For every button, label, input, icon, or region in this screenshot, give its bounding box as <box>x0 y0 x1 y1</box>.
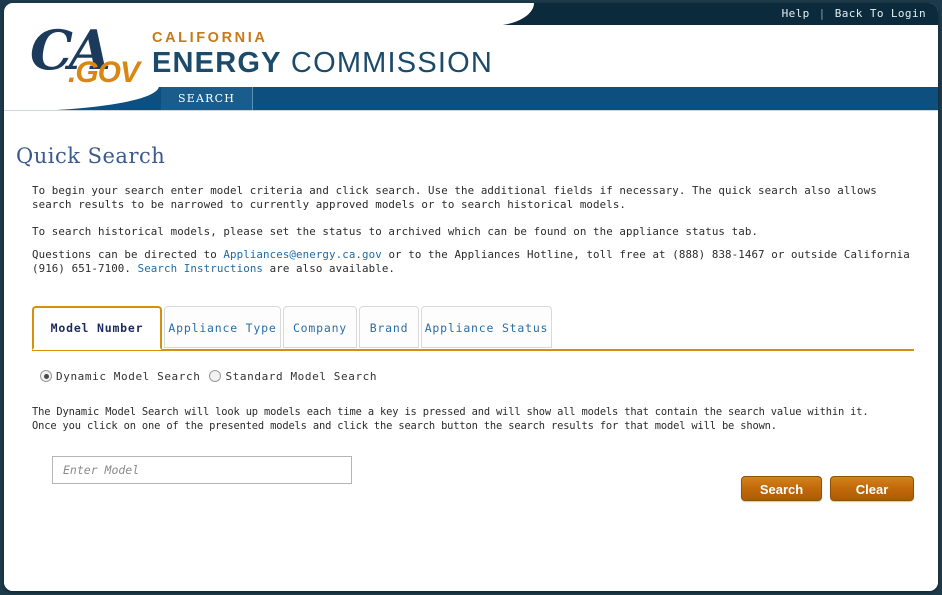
wordmark-energy: ENERGY <box>152 46 282 79</box>
ca-logo-gov-text: .GOV <box>68 56 140 89</box>
clear-button[interactable]: Clear <box>830 476 914 501</box>
dynamic-search-description-line-1: The Dynamic Model Search will look up mo… <box>32 406 869 418</box>
tab-model-number[interactable]: Model Number <box>32 306 162 350</box>
tabstrip-underline <box>32 349 914 351</box>
topbar-curve-decoration <box>474 3 534 26</box>
masthead: CA .GOV CALIFORNIA ENERGY COMMISSION <box>4 23 938 89</box>
contact-text-end: are also available. <box>263 262 396 275</box>
topbar-separator: | <box>818 7 826 20</box>
wordmark-california: CALIFORNIA <box>152 30 268 46</box>
agency-wordmark: CALIFORNIA ENERGY COMMISSION <box>152 31 493 79</box>
intro-paragraph-2: To search historical models, please set … <box>32 225 759 238</box>
wordmark-commission: COMMISSION <box>281 46 494 79</box>
radio-standard-indicator-icon[interactable] <box>209 370 222 382</box>
main-content: Quick Search To begin your search enter … <box>4 110 938 591</box>
tab-appliance-status[interactable]: Appliance Status <box>421 306 552 348</box>
dynamic-search-description-line-2: Once you click on one of the presented m… <box>32 420 777 432</box>
radio-standard-model-search[interactable]: Standard Model Search <box>209 370 377 383</box>
back-to-login-link[interactable]: Back To Login <box>835 7 926 20</box>
search-instructions-link[interactable]: Search Instructions <box>138 262 263 275</box>
intro-paragraph-1: To begin your search enter model criteri… <box>32 184 877 211</box>
topbar-links: Help | Back To Login <box>782 3 926 25</box>
tab-appliance-type[interactable]: Appliance Type <box>164 306 281 348</box>
page-frame: Help | Back To Login CA .GOV CALIFORNIA EN… <box>4 3 938 591</box>
tab-company[interactable]: Company <box>283 306 357 348</box>
radio-standard-label: Standard Model Search <box>225 369 378 383</box>
navbar-swoosh-decoration <box>4 86 159 111</box>
appliances-email-link[interactable]: Appliances@energy.ca.gov <box>223 248 381 261</box>
radio-dynamic-indicator-icon[interactable] <box>40 370 52 382</box>
radio-dynamic-model-search[interactable]: Dynamic Model Search <box>40 370 200 383</box>
help-link[interactable]: Help <box>782 7 810 20</box>
dynamic-search-description: The Dynamic Model Search will look up mo… <box>32 405 912 433</box>
search-mode-radio-group: Dynamic Model Search Standard Model Sear… <box>40 366 377 386</box>
page-title: Quick Search <box>16 144 166 168</box>
intro-paragraph-3: Questions can be directed to Appliances@… <box>32 248 912 276</box>
radio-dynamic-label: Dynamic Model Search <box>56 369 201 383</box>
search-button[interactable]: Search <box>741 476 822 501</box>
model-search-input[interactable] <box>52 456 352 484</box>
nav-tab-search[interactable]: SEARCH <box>161 87 254 110</box>
search-criteria-tabstrip: Model Number Appliance Type Company Bran… <box>32 306 914 350</box>
tab-brand[interactable]: Brand <box>359 306 419 348</box>
wordmark-energy-commission: ENERGY COMMISSION <box>152 46 494 80</box>
primary-navigation-bar: SEARCH <box>4 86 938 111</box>
contact-text-before-email: Questions can be directed to <box>32 248 224 261</box>
